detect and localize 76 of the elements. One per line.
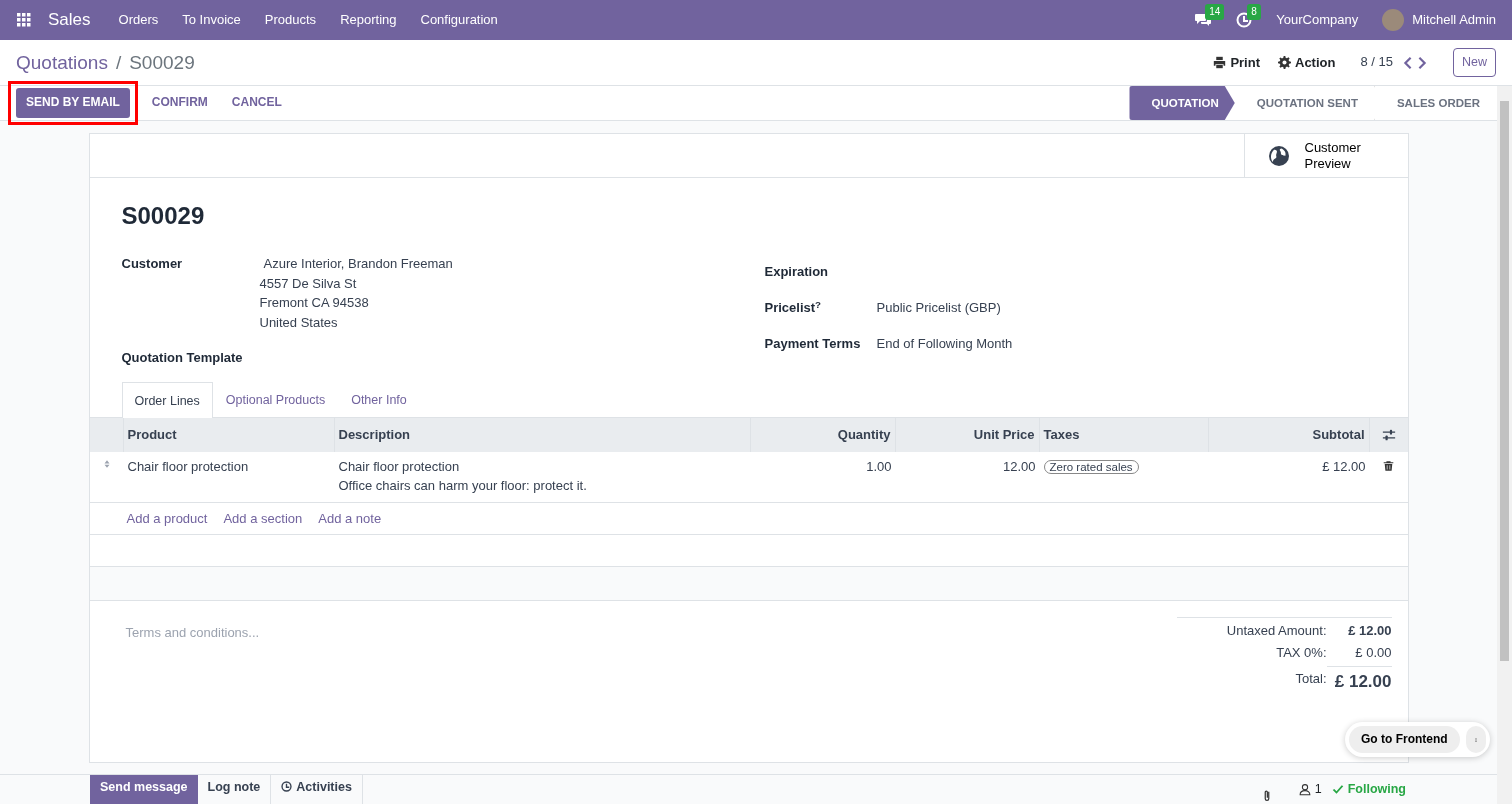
field-label: Customer xyxy=(121,254,184,273)
total-value: £ 12.00 xyxy=(1347,621,1392,640)
following-button[interactable]: Following xyxy=(1330,779,1407,800)
status-stage[interactable]: QUOTATION xyxy=(1129,86,1235,120)
add-line-link[interactable]: Add a product xyxy=(126,509,208,527)
table-cell-text: 12.00 xyxy=(1001,458,1037,477)
total-value: £ 12.00 xyxy=(1326,665,1392,695)
menu-link[interactable]: To Invoice xyxy=(174,10,249,30)
column-header[interactable]: Taxes xyxy=(1039,418,1209,453)
action-link-button[interactable]: CANCEL xyxy=(221,88,292,118)
menu-link[interactable]: Orders xyxy=(110,10,167,30)
total-label: Total: xyxy=(1294,670,1327,689)
action-link-button[interactable]: CONFIRM xyxy=(141,88,218,118)
address-line: Fremont CA 94538 xyxy=(259,294,370,313)
field-value[interactable]: Azure Interior, Brandon Freeman xyxy=(259,254,453,274)
frontend-button[interactable]: Go to Frontend xyxy=(1349,726,1460,754)
field-label: Payment Terms xyxy=(764,335,862,354)
column-header[interactable]: Description xyxy=(334,418,751,453)
send-button[interactable]: SEND BY EMAIL xyxy=(16,88,130,118)
scrollbar-thumb[interactable] xyxy=(1500,101,1509,661)
followers-button[interactable]: 1 xyxy=(1297,779,1323,800)
breadcrumb-separator: / xyxy=(115,50,122,75)
chatter-tab[interactable]: Activities xyxy=(271,775,363,804)
address-line: United States xyxy=(259,314,339,333)
action-button[interactable]: Action xyxy=(1277,51,1337,74)
field-label: Expiration xyxy=(764,263,830,282)
address-line: 4557 De Silva St xyxy=(259,274,358,293)
table-cell-text: Office chairs can harm your floor: protect it. xyxy=(338,477,588,495)
clock-icon[interactable] xyxy=(1236,12,1253,29)
menu-link[interactable]: Reporting xyxy=(332,10,405,30)
column-header[interactable]: Quantity xyxy=(750,418,896,453)
chatter-tab[interactable]: Send message xyxy=(90,775,198,804)
column-header[interactable]: Unit Price xyxy=(895,418,1040,453)
company-switcher[interactable]: YourCompany xyxy=(1276,10,1359,30)
trash-icon[interactable] xyxy=(1383,460,1394,473)
menu-link[interactable]: Products xyxy=(256,10,325,30)
avatar xyxy=(1382,9,1405,31)
printer-icon xyxy=(1213,56,1227,69)
activity-count-badge: 8 xyxy=(1247,3,1261,21)
chatter-tab[interactable]: Log note xyxy=(197,775,272,804)
column-settings-icon[interactable] xyxy=(1381,428,1396,443)
apps-menu-icon[interactable] xyxy=(16,12,32,28)
breadcrumb-current: S00029 xyxy=(129,50,195,75)
total-value: £ 0.00 xyxy=(1354,643,1392,662)
table-cell-text: Chair floor protection xyxy=(126,458,250,477)
field-label: Quotation Template xyxy=(121,349,244,368)
form-tab[interactable]: Other Info xyxy=(338,382,420,418)
form-tab[interactable]: Order Lines xyxy=(121,382,213,419)
check-icon xyxy=(1331,783,1344,796)
pager-value: 8 / 15 xyxy=(1360,53,1393,72)
record-title: S00029 xyxy=(121,202,206,231)
total-label: Untaxed Amount: xyxy=(1225,621,1327,640)
clock-icon xyxy=(281,781,293,793)
gear-icon xyxy=(1278,56,1291,69)
form-tab[interactable]: Optional Products xyxy=(212,382,339,418)
field-value[interactable]: End of Following Month xyxy=(876,335,1013,355)
new-button[interactable]: New xyxy=(1453,48,1496,77)
field-label: Pricelist$^{?}$ xyxy=(764,299,823,318)
user-menu[interactable]: Mitchell Admin xyxy=(1412,10,1496,30)
column-header[interactable]: Product xyxy=(123,418,335,453)
scrollbar[interactable] xyxy=(1497,86,1512,804)
total-label: TAX 0%: xyxy=(1275,643,1327,662)
globe-icon xyxy=(1268,145,1289,166)
message-count-badge: 14 xyxy=(1205,3,1225,21)
print-button[interactable]: Print xyxy=(1212,51,1261,74)
column-header[interactable]: Subtotal xyxy=(1208,418,1370,453)
table-cell-text: Chair floor protection xyxy=(338,458,461,477)
table-cell-text: £ 12.00 xyxy=(1321,458,1367,477)
add-line-link[interactable]: Add a note xyxy=(318,509,382,527)
field-value[interactable]: Public Pricelist (GBP) xyxy=(876,299,1001,319)
app-name-link[interactable]: Sales xyxy=(48,7,91,33)
breadcrumb-link[interactable]: Quotations xyxy=(16,48,108,77)
add-line-link[interactable]: Add a section xyxy=(223,509,303,527)
person-icon xyxy=(1298,783,1311,797)
menu-link[interactable]: Configuration xyxy=(412,10,506,30)
table-cell-text: 1.00 xyxy=(865,458,893,477)
